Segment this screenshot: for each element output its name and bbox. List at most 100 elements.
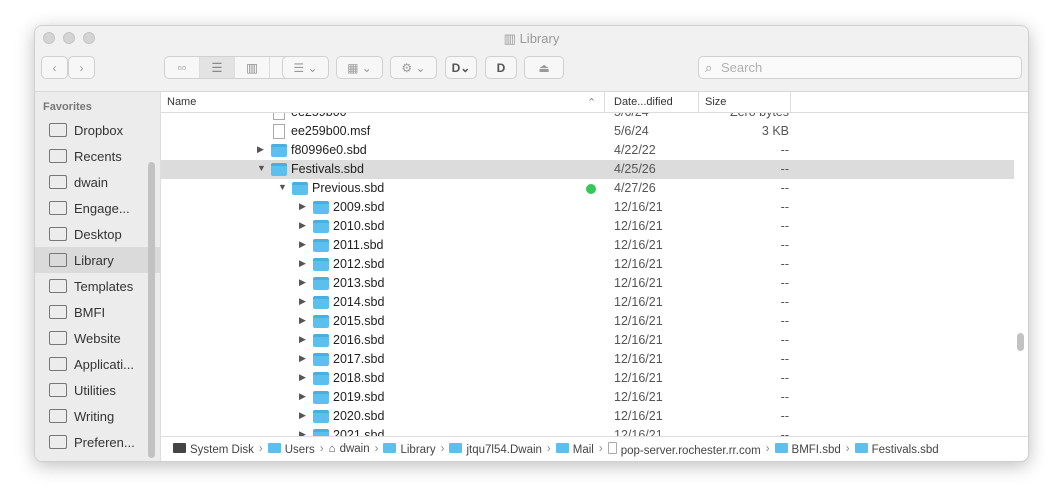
disclosure-triangle[interactable]: ▼ xyxy=(278,182,287,192)
table-row[interactable]: ▼ Previous.sbd 4/27/26 -- xyxy=(161,179,1014,198)
disclosure-triangle[interactable]: ▶ xyxy=(299,353,306,364)
eject-button[interactable]: ⏏ xyxy=(524,56,564,79)
disclosure-triangle[interactable]: ▶ xyxy=(299,334,306,345)
sidebar-item[interactable]: Writing xyxy=(35,403,160,429)
size-column-header[interactable]: Size xyxy=(705,96,726,108)
table-row[interactable]: ▶ f80996e0.sbd 4/22/22 -- xyxy=(161,141,1014,160)
disclosure-triangle[interactable]: ▶ xyxy=(299,372,306,383)
folder-icon xyxy=(49,331,67,345)
disclosure-triangle[interactable]: ▶ xyxy=(299,201,306,212)
date-modified: 12/16/21 xyxy=(614,238,663,252)
sidebar-item[interactable]: dwain xyxy=(35,169,160,195)
list-scrollbar[interactable] xyxy=(1017,333,1024,351)
table-row[interactable]: ▶ 2013.sbd 12/16/21 -- xyxy=(161,274,1014,293)
table-row[interactable]: ▶ 2010.sbd 12/16/21 -- xyxy=(161,217,1014,236)
list-view-button[interactable]: ☰ xyxy=(200,57,235,78)
table-row[interactable]: ▶ 2012.sbd 12/16/21 -- xyxy=(161,255,1014,274)
date-modified: 4/22/22 xyxy=(614,143,656,157)
file-name: 2018.sbd xyxy=(333,371,385,385)
disclosure-triangle[interactable]: ▶ xyxy=(299,258,306,269)
folder-icon xyxy=(49,305,67,319)
folder-icon xyxy=(313,201,329,214)
disclosure-triangle[interactable]: ▼ xyxy=(257,163,266,173)
action-gear-button[interactable]: ⚙ ⌄ xyxy=(390,56,437,79)
sidebar: Favorites Dropbox Recents dwain Engage... De… xyxy=(35,92,160,461)
table-row[interactable]: ▼ Festivals.sbd 4/25/26 -- xyxy=(161,160,1014,179)
library-folder-icon xyxy=(383,442,397,453)
table-row[interactable]: ▶ 2015.sbd 12/16/21 -- xyxy=(161,312,1014,331)
share-button[interactable]: D xyxy=(485,56,517,79)
file-name: 2010.sbd xyxy=(333,219,385,233)
file-size: -- xyxy=(780,371,789,385)
utilities-icon xyxy=(49,383,67,397)
path-item-label: jtqu7l54.Dwain xyxy=(466,443,542,456)
sidebar-item[interactable]: BMFI xyxy=(35,299,160,325)
home-icon: ⌂ xyxy=(328,443,336,455)
path-item[interactable]: Library xyxy=(383,442,436,456)
sidebar-item[interactable]: Utilities xyxy=(35,377,160,403)
sidebar-item-label: BMFI xyxy=(74,304,106,320)
table-row[interactable]: ▶ 2021.sbd 12/16/21 -- xyxy=(161,426,1014,436)
disclosure-triangle[interactable]: ▶ xyxy=(299,391,306,402)
path-item[interactable]: pop-server.rochester.rr.com xyxy=(607,441,761,457)
sort-ascending-icon: ⌃ xyxy=(587,97,597,109)
disclosure-triangle[interactable]: ▶ xyxy=(299,296,306,307)
back-button[interactable]: ‹ xyxy=(41,56,68,79)
sidebar-item[interactable]: Preferen... xyxy=(35,429,160,455)
table-row[interactable]: ▶ 2019.sbd 12/16/21 -- xyxy=(161,388,1014,407)
table-row[interactable]: ▶ 2018.sbd 12/16/21 -- xyxy=(161,369,1014,388)
sidebar-item[interactable]: Engage... xyxy=(35,195,160,221)
file-size: -- xyxy=(780,181,789,195)
date-modified: 12/16/21 xyxy=(614,257,663,271)
path-item[interactable]: System Disk xyxy=(173,442,254,456)
disclosure-triangle[interactable]: ▶ xyxy=(299,315,306,326)
table-row[interactable]: ee259b00.msf 5/6/24 3 KB xyxy=(161,122,1014,141)
table-row[interactable]: ▶ 2016.sbd 12/16/21 -- xyxy=(161,331,1014,350)
table-row[interactable]: ▶ 2014.sbd 12/16/21 -- xyxy=(161,293,1014,312)
table-row[interactable]: ▶ 2009.sbd 12/16/21 -- xyxy=(161,198,1014,217)
sidebar-item[interactable]: Applicati... xyxy=(35,351,160,377)
disclosure-triangle[interactable]: ▶ xyxy=(299,429,306,436)
name-column-header[interactable]: Name xyxy=(167,96,196,108)
file-size: 3 KB xyxy=(761,124,789,138)
path-item[interactable]: BMFI.sbd xyxy=(774,442,841,456)
date-modified: 12/16/21 xyxy=(614,200,663,214)
sidebar-scrollbar[interactable] xyxy=(148,162,155,458)
sidebar-item[interactable]: Recents xyxy=(35,143,160,169)
group-button[interactable]: ☰ ⌄ xyxy=(282,56,329,79)
icon-view-button[interactable]: ▫▫ xyxy=(165,57,200,78)
path-item[interactable]: Festivals.sbd xyxy=(854,442,939,456)
sidebar-item[interactable]: Desktop xyxy=(35,221,160,247)
table-row[interactable]: ▶ 2011.sbd 12/16/21 -- xyxy=(161,236,1014,255)
sidebar-item[interactable]: Templates xyxy=(35,273,160,299)
disclosure-triangle[interactable]: ▶ xyxy=(299,239,306,250)
sidebar-item[interactable]: Dropbox xyxy=(35,117,160,143)
arrange-button[interactable]: ▦ ⌄ xyxy=(336,56,383,79)
path-item[interactable]: ⌂ dwain xyxy=(329,443,370,455)
path-item[interactable]: Users xyxy=(267,442,315,456)
table-row[interactable]: ee259b00 5/6/24 Zero bytes xyxy=(161,113,1014,122)
path-item[interactable]: jtqu7l54.Dwain xyxy=(449,442,542,456)
disclosure-triangle[interactable]: ▶ xyxy=(299,277,306,288)
search-input[interactable]: ⌕ Search xyxy=(698,56,1022,79)
disclosure-triangle[interactable]: ▶ xyxy=(257,144,264,155)
folder-icon xyxy=(313,296,329,309)
dropbox-menu-button[interactable]: D⌄ xyxy=(445,56,477,79)
sidebar-item[interactable]: Library xyxy=(35,247,160,273)
forward-button[interactable]: › xyxy=(68,56,95,79)
tag-dot xyxy=(586,184,596,194)
file-name: ee259b00.msf xyxy=(291,124,371,138)
column-view-button[interactable]: ▥ xyxy=(235,57,270,78)
column-divider xyxy=(790,92,791,113)
sidebar-item[interactable]: Website xyxy=(35,325,160,351)
table-row[interactable]: ▶ 2020.sbd 12/16/21 -- xyxy=(161,407,1014,426)
table-row[interactable]: ▶ 2017.sbd 12/16/21 -- xyxy=(161,350,1014,369)
chevron-right-icon: › xyxy=(546,443,551,455)
disclosure-triangle[interactable]: ▶ xyxy=(299,220,306,231)
path-item[interactable]: Mail xyxy=(555,442,594,456)
file-name: f80996e0.sbd xyxy=(291,143,367,157)
date-column-header[interactable]: Date...dified xyxy=(614,96,673,108)
file-name: 2021.sbd xyxy=(333,428,385,436)
disclosure-triangle[interactable]: ▶ xyxy=(299,410,306,421)
sidebar-item-label: Library xyxy=(74,252,114,268)
